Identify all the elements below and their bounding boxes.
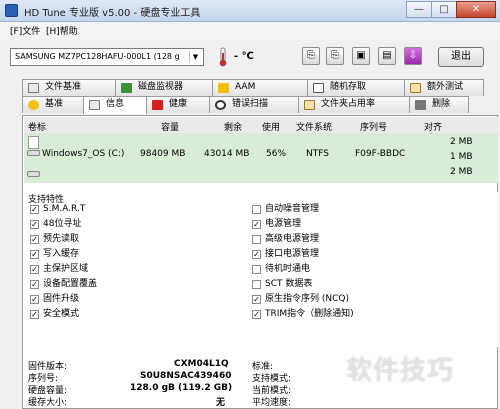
checkbox[interactable]: ✓ xyxy=(252,295,261,304)
volume-used: 56% xyxy=(266,149,287,159)
health-cross-icon xyxy=(152,100,163,110)
col-fs: 文件系统 xyxy=(296,123,333,133)
tab-info[interactable]: 信息 xyxy=(83,96,147,114)
monitor-icon xyxy=(121,83,132,93)
benchmark-icon xyxy=(28,100,39,110)
tab-aam[interactable]: AAM xyxy=(212,79,308,96)
tab-file-benchmark[interactable]: 文件基准 xyxy=(22,79,116,96)
close-button[interactable]: ✕ xyxy=(456,1,496,18)
align-value: 2 MB xyxy=(450,167,473,177)
copy-text-icon[interactable]: ⎘ xyxy=(326,47,344,65)
info-icon xyxy=(89,100,100,110)
tab-error-scan[interactable]: 错误扫描 xyxy=(209,96,299,113)
erase-icon xyxy=(415,100,426,110)
drive-select-value: SAMSUNG MZ7PC128HAFU-000L1 (128 g xyxy=(15,52,180,61)
buffer-label: 缓存大小: xyxy=(28,398,68,408)
col-used: 使用 xyxy=(262,123,281,133)
speaker-icon xyxy=(218,83,229,93)
average-speed-label: 平均速度: xyxy=(252,398,292,408)
folder-icon xyxy=(410,83,421,93)
col-free: 剩余 xyxy=(224,123,243,133)
checkbox[interactable]: ✓ xyxy=(252,250,261,259)
window-controls: — □ ✕ xyxy=(406,1,496,19)
volume-capacity: 98409 MB xyxy=(140,149,186,159)
tab-row-top: 文件基准 磁盘监视器 AAM 随机存取 额外测试 xyxy=(22,79,498,96)
save-icon[interactable]: ▣ xyxy=(352,47,370,65)
grid-icon xyxy=(313,83,324,93)
features-section: 支持特性 ✓ S.M.A.R.T ✓ 48位寻址 ✓ 预先读取 ✓ 写入缓存 ✓ 主保护区… xyxy=(24,192,498,347)
minimize-button[interactable]: — xyxy=(406,1,432,18)
title-bar: HD Tune 专业版 v5.00 - 硬盘专业工具 — □ ✕ xyxy=(0,0,500,22)
tab-health[interactable]: 健康 xyxy=(146,96,210,113)
exit-button[interactable]: 退出 xyxy=(438,47,484,67)
volume-fs: NTFS xyxy=(306,149,329,159)
temperature-value: - ℃ xyxy=(234,51,254,62)
checkbox[interactable] xyxy=(252,205,261,214)
checkbox[interactable]: ✓ xyxy=(30,250,39,259)
tab-folder-usage[interactable]: 文件夹占用率 xyxy=(298,96,410,113)
thermometer-icon xyxy=(219,47,227,67)
folder-icon xyxy=(304,100,315,110)
capacity-value: 128.0 gB (119.2 GB) xyxy=(130,383,233,393)
watermark: 软件技巧 xyxy=(346,356,455,386)
checkbox[interactable] xyxy=(252,265,261,274)
app-icon xyxy=(5,4,18,17)
tab-extra-tests[interactable]: 额外测试 xyxy=(404,79,484,96)
tab-disk-monitor[interactable]: 磁盘监视器 xyxy=(115,79,213,96)
copy-icon[interactable]: ⎘ xyxy=(302,47,320,65)
magnifier-icon xyxy=(215,100,226,110)
checkbox[interactable] xyxy=(252,235,261,244)
align-value: 2 MB xyxy=(450,137,473,147)
volume-label: Windows7_OS (C:) xyxy=(42,149,125,159)
buffer-value: 无 xyxy=(216,398,226,408)
checkbox[interactable]: ✓ xyxy=(30,205,39,214)
tab-random-access[interactable]: 随机存取 xyxy=(307,79,405,96)
table-row[interactable]: Windows7_OS (C:) 98409 MB 43014 MB 56% N… xyxy=(24,146,498,161)
menu-bar: [F]文件 [H]帮助 xyxy=(0,22,500,39)
drive-icon xyxy=(27,150,40,156)
col-capacity: 容量 xyxy=(161,123,180,133)
col-label: 卷标 xyxy=(28,123,47,133)
align-value: 1 MB xyxy=(450,152,473,162)
checkbox[interactable]: ✓ xyxy=(30,295,39,304)
tab-row-bottom: 基准 信息 健康 错误扫描 文件夹占用率 删除 xyxy=(22,96,498,114)
checkbox[interactable] xyxy=(252,280,261,289)
serial-value: S0U8NSAC439460 xyxy=(140,371,232,381)
checkbox[interactable]: ✓ xyxy=(30,280,39,289)
drive-icon xyxy=(27,171,40,177)
file-icon xyxy=(28,83,39,93)
volume-free: 43014 MB xyxy=(204,149,250,159)
volume-serial: F09F-BBDC xyxy=(355,149,406,159)
tab-erase[interactable]: 删除 xyxy=(409,96,469,113)
menu-file[interactable]: [F]文件 xyxy=(10,24,40,37)
download-icon[interactable]: ⇩ xyxy=(404,47,422,65)
col-align: 对齐 xyxy=(424,123,443,133)
col-serial: 序列号 xyxy=(360,123,388,133)
window-title: HD Tune 专业版 v5.00 - 硬盘专业工具 xyxy=(24,8,201,19)
checkbox[interactable]: ✓ xyxy=(252,310,261,319)
maximize-button[interactable]: □ xyxy=(431,1,457,18)
firmware-value: CXM04L1Q xyxy=(174,359,229,369)
volume-table-header: 卷标 容量 剩余 使用 文件系统 序列号 对齐 xyxy=(24,117,498,133)
toolbar: SAMSUNG MZ7PC128HAFU-000L1 (128 g ▼ - ℃ … xyxy=(0,39,500,75)
options-icon[interactable]: ▤ xyxy=(378,47,396,65)
volume-table-body: Windows7_OS (C:) 98409 MB 43014 MB 56% N… xyxy=(24,133,498,183)
chevron-down-icon[interactable]: ▼ xyxy=(189,51,201,63)
tab-benchmark[interactable]: 基准 xyxy=(22,96,84,113)
checkbox[interactable]: ✓ xyxy=(30,220,39,229)
checkbox[interactable]: ✓ xyxy=(30,265,39,274)
checkbox[interactable]: ✓ xyxy=(30,310,39,319)
drive-select[interactable]: SAMSUNG MZ7PC128HAFU-000L1 (128 g ▼ xyxy=(10,48,204,66)
checkbox[interactable]: ✓ xyxy=(30,235,39,244)
checkbox[interactable]: ✓ xyxy=(252,220,261,229)
menu-help[interactable]: [H]帮助 xyxy=(46,24,78,37)
